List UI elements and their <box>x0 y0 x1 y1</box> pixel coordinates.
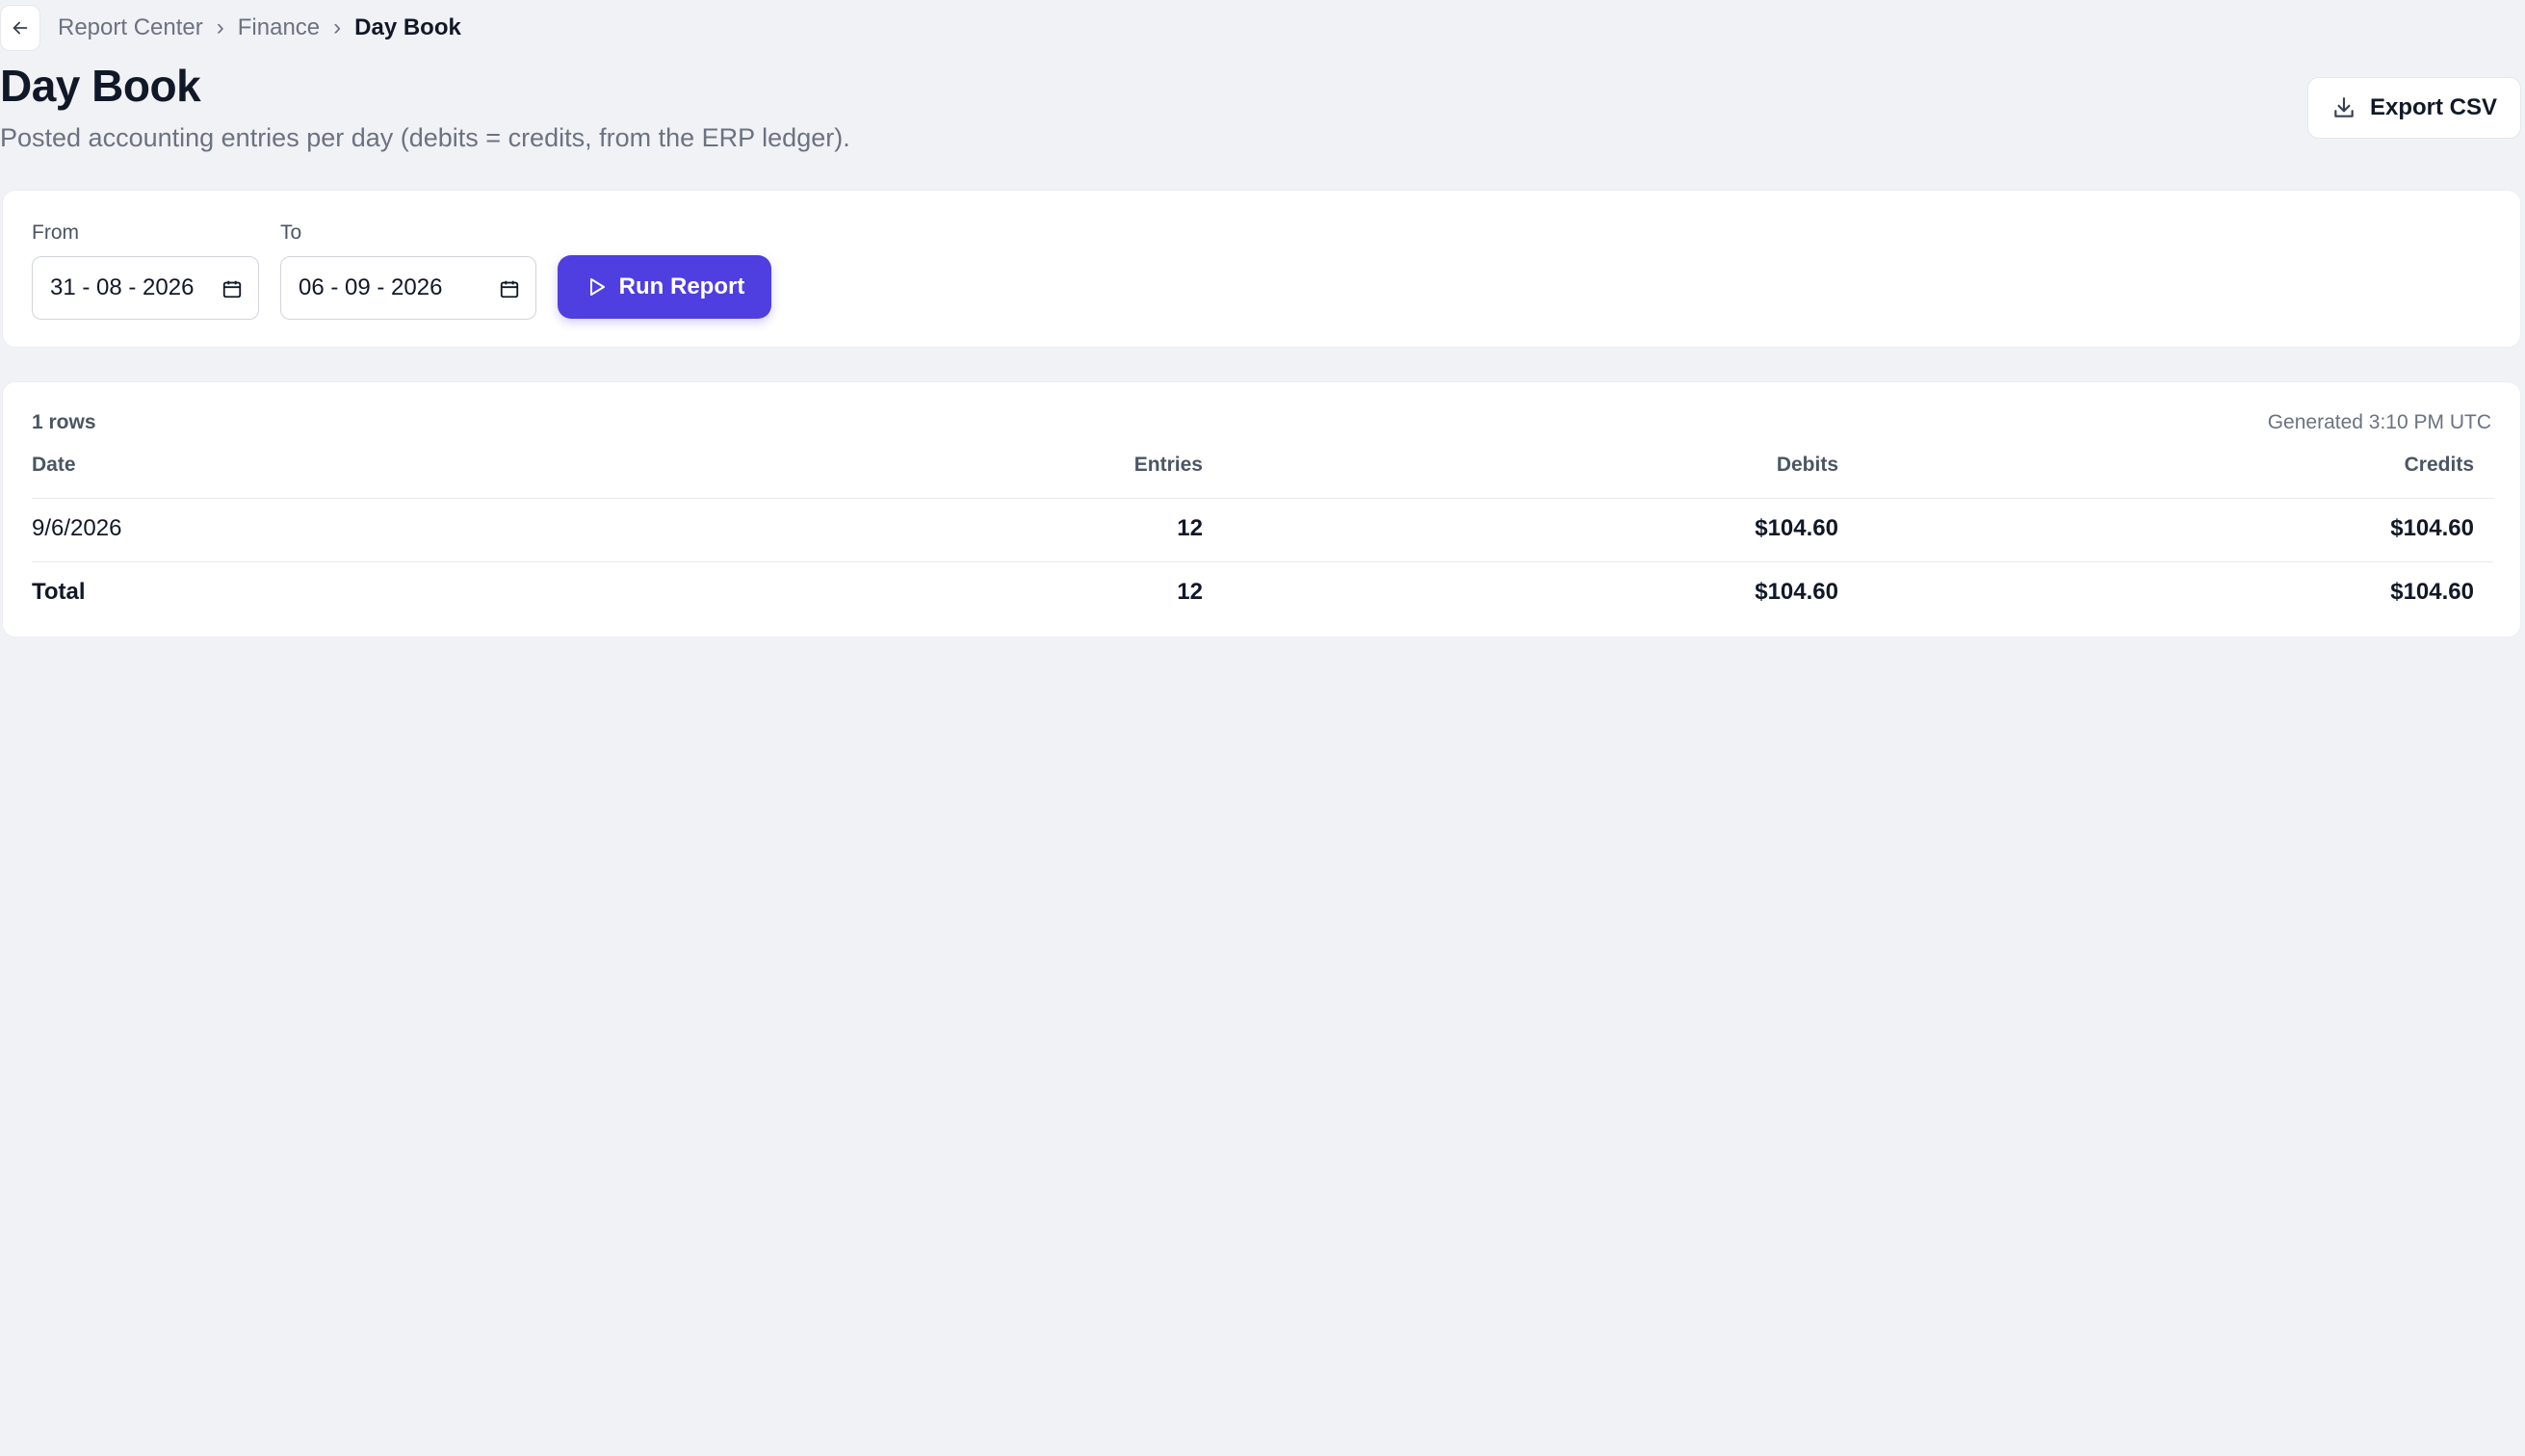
from-label: From <box>32 221 79 244</box>
export-csv-label: Export CSV <box>2369 94 2498 120</box>
page-title: Day Book <box>0 61 201 111</box>
from-date-input[interactable]: 31 - 08 - 2026 <box>32 256 259 320</box>
breadcrumb: Report Center › Finance › Day Book <box>0 0 461 56</box>
export-csv-button[interactable]: Export CSV <box>2307 77 2521 139</box>
column-header-date: Date <box>32 454 76 476</box>
rows-count: 1 rows <box>32 411 96 433</box>
filter-card: From 31 - 08 - 2026 To 06 - 09 - 2026 Ru… <box>2 190 2521 348</box>
run-report-button[interactable]: Run Report <box>558 255 771 319</box>
cell-entries: 12 <box>1177 515 1203 541</box>
to-label: To <box>280 221 302 244</box>
cell-date: 9/6/2026 <box>32 515 122 541</box>
back-button[interactable] <box>0 5 40 51</box>
page-subtitle: Posted accounting entries per day (debit… <box>0 123 850 152</box>
breadcrumb-item-finance[interactable]: Finance <box>238 14 320 41</box>
column-header-credits: Credits <box>2404 454 2474 476</box>
column-header-debits: Debits <box>1776 454 1838 476</box>
calendar-icon[interactable] <box>221 278 243 299</box>
calendar-icon[interactable] <box>499 278 520 299</box>
to-date-value: 06 - 09 - 2026 <box>299 274 443 300</box>
from-date-value: 31 - 08 - 2026 <box>50 274 195 300</box>
row-divider <box>32 561 2493 562</box>
page: Report Center › Finance › Day Book Day B… <box>0 0 2525 1456</box>
total-debits: $104.60 <box>1755 579 1838 605</box>
cell-debits: $104.60 <box>1755 515 1838 541</box>
total-entries: 12 <box>1177 579 1203 605</box>
arrow-left-icon <box>13 21 28 35</box>
cell-credits: $104.60 <box>2390 515 2474 541</box>
breadcrumb-separator: › <box>216 14 224 40</box>
header-divider <box>32 498 2493 499</box>
play-icon <box>589 278 605 296</box>
breadcrumb-item-report-center[interactable]: Report Center <box>58 14 203 41</box>
run-report-label: Run Report <box>618 273 745 299</box>
download-icon <box>2334 97 2354 117</box>
column-header-entries: Entries <box>1133 454 1203 476</box>
breadcrumb-item-day-book: Day Book <box>354 14 461 40</box>
total-label: Total <box>32 579 86 605</box>
total-credits: $104.60 <box>2390 579 2474 605</box>
breadcrumb-separator: › <box>333 14 342 40</box>
to-date-input[interactable]: 06 - 09 - 2026 <box>280 256 536 320</box>
report-table-card: 1 rows Generated 3:10 PM UTC Date Entrie… <box>2 381 2521 637</box>
generated-timestamp: Generated 3:10 PM UTC <box>2267 411 2491 433</box>
